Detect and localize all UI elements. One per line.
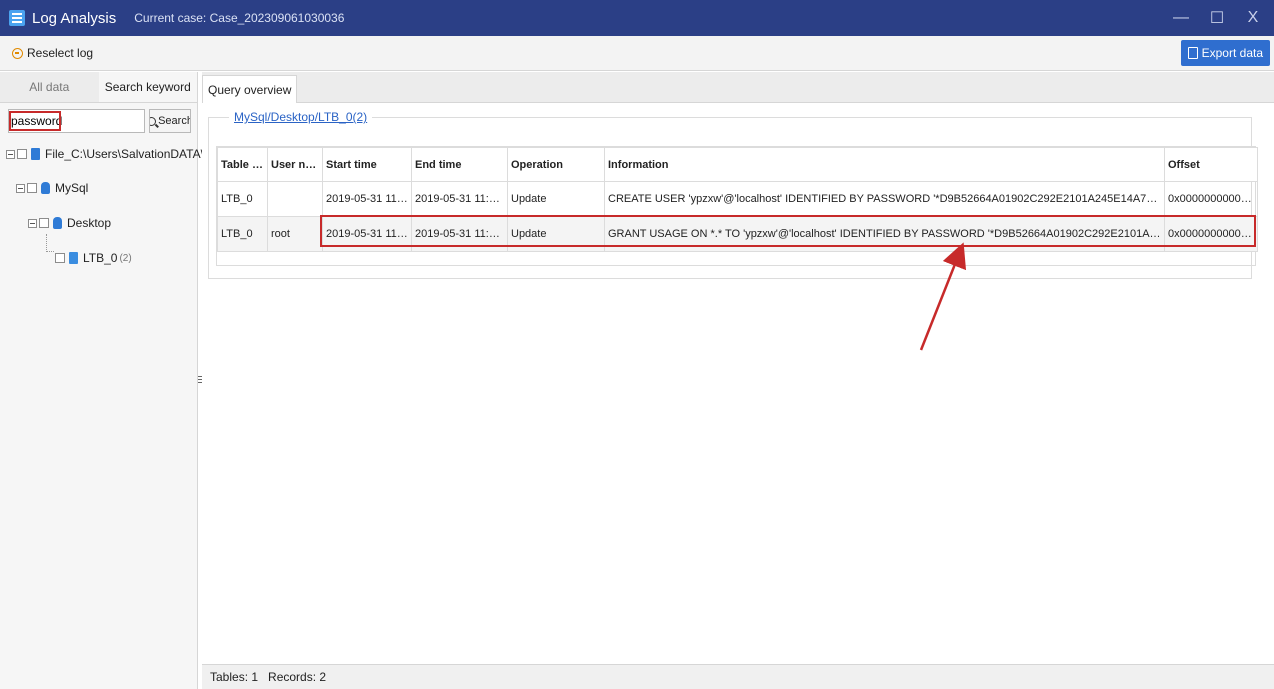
table-row[interactable]: LTB_0 root 2019-05-31 11:51:22 2019-05-3…: [217, 216, 1258, 252]
table-cell: 0x0000000000000078: [1164, 181, 1258, 217]
tree-node-ltb0[interactable]: LTB_0 (2): [55, 248, 132, 268]
table-cell: 2019-05-31 11:51:22: [322, 181, 412, 217]
tree-checkbox[interactable]: [17, 149, 27, 159]
tree-node-count: (2): [119, 252, 132, 264]
close-button[interactable]: X: [1238, 9, 1268, 27]
search-button[interactable]: Search: [149, 109, 191, 133]
table-row[interactable]: LTB_0 2019-05-31 11:51:22 2019-05-31 11:…: [217, 181, 1258, 217]
search-button-label: Search: [158, 115, 191, 127]
tables-count: Tables: 1: [210, 670, 259, 684]
app-logo-icon: [9, 10, 25, 26]
tree-node-label: MySql: [55, 181, 89, 195]
column-header[interactable]: End time: [411, 147, 508, 182]
tree-checkbox[interactable]: [39, 218, 49, 228]
title-bar: Log Analysis Current case: Case_20230906…: [0, 0, 1274, 36]
export-data-label: Export data: [1201, 46, 1263, 60]
tree-checkbox[interactable]: [27, 183, 37, 193]
current-case-label: Current case: Case_202309061030036: [134, 11, 345, 25]
table-cell: root: [267, 216, 323, 252]
search-input-wrap: [8, 109, 145, 133]
database-icon: [41, 182, 50, 194]
table-cell: Update: [507, 181, 605, 217]
table-cell: 2019-05-31 11:51:22: [411, 216, 508, 252]
back-arrow-icon: [12, 47, 23, 59]
minimize-button[interactable]: —: [1166, 9, 1196, 27]
records-count: Records: 2: [268, 670, 327, 684]
tree-node-label: Desktop: [67, 216, 112, 230]
table-cell: 2019-05-31 11:51:22: [411, 181, 508, 217]
left-panel: All data Search keyword Search File_C:\U…: [0, 72, 229, 689]
tree-node-file[interactable]: File_C:\Users\SalvationDATA\De...: [6, 144, 229, 164]
column-header[interactable]: Offset: [1164, 147, 1258, 182]
table-cell: LTB_0: [217, 216, 268, 252]
table-header-row: Table nam User name Start time End time …: [217, 147, 1258, 182]
file-icon: [31, 148, 40, 160]
tab-search-keyword[interactable]: Search keyword: [98, 72, 197, 102]
table-cell: 0x0000000000000126: [1164, 216, 1258, 252]
results-grid: Table nam User name Start time End time …: [217, 147, 1258, 252]
tab-query-overview[interactable]: Query overview: [202, 75, 298, 103]
table-cell: LTB_0: [217, 181, 268, 217]
column-header[interactable]: User name: [267, 147, 323, 182]
table-cell: [267, 181, 323, 217]
collapse-toggle-icon[interactable]: [6, 149, 15, 159]
column-header[interactable]: Table nam: [217, 147, 268, 182]
column-header[interactable]: Start time: [322, 147, 412, 182]
column-header[interactable]: Operation: [507, 147, 605, 182]
database-icon: [53, 217, 62, 229]
tab-all-data[interactable]: All data: [0, 72, 99, 102]
tree-connector-line: [46, 234, 54, 252]
app-title: Log Analysis: [32, 9, 117, 27]
column-header[interactable]: Information: [604, 147, 1165, 182]
reselect-log-label: Reselect log: [27, 46, 94, 60]
group-title-link[interactable]: MySql/Desktop/LTB_0(2): [229, 110, 373, 124]
tree-node-desktop[interactable]: Desktop: [28, 213, 111, 233]
tree-node-label: LTB_0: [83, 251, 118, 265]
search-input[interactable]: [8, 109, 145, 133]
tree-checkbox[interactable]: [55, 253, 65, 263]
left-panel-tabs: All data Search keyword: [0, 72, 197, 103]
table-cell: GRANT USAGE ON *.* TO 'ypzxw'@'localhost…: [604, 216, 1165, 252]
toolbar: Reselect log Export data: [0, 36, 1274, 71]
table-icon: [69, 252, 78, 264]
search-icon: [150, 116, 157, 126]
status-bar: Tables: 1 Records: 2: [202, 664, 1274, 689]
table-cell: CREATE USER 'ypzxw'@'localhost' IDENTIFI…: [604, 181, 1165, 217]
main-tabs: Query overview: [202, 72, 1274, 103]
export-icon: [1187, 47, 1198, 59]
reselect-log-button[interactable]: Reselect log: [12, 46, 93, 60]
window-controls: — ☐ X: [1166, 0, 1274, 36]
main-panel: Query overview MySql/Desktop/LTB_0(2) Ta…: [202, 72, 1274, 689]
search-row: Search: [8, 109, 191, 133]
collapse-toggle-icon[interactable]: [16, 183, 25, 193]
table-cell: 2019-05-31 11:51:22: [322, 216, 412, 252]
tree-node-mysql[interactable]: MySql: [16, 178, 88, 198]
table-cell: Update: [507, 216, 605, 252]
maximize-button[interactable]: ☐: [1202, 8, 1232, 28]
export-data-button[interactable]: Export data: [1180, 40, 1270, 66]
collapse-toggle-icon[interactable]: [28, 218, 37, 228]
results-table: Table nam User name Start time End time …: [216, 146, 1258, 266]
